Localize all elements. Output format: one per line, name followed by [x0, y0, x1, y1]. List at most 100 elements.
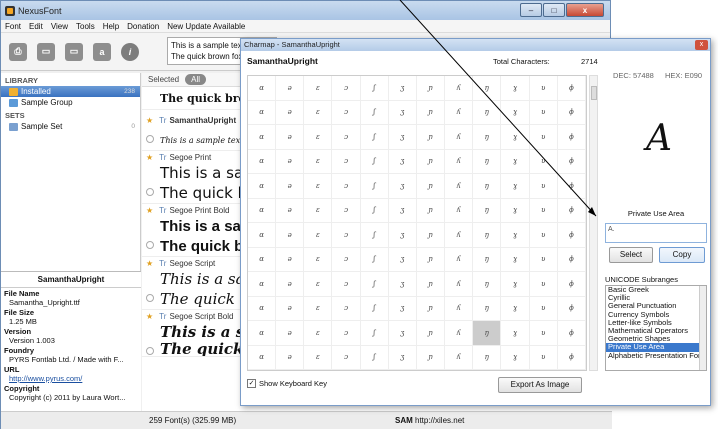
- glyph-cell[interactable]: ɸ: [557, 125, 586, 150]
- glyph-cell[interactable]: ʎ: [445, 125, 474, 150]
- glyph-cell[interactable]: ʒ: [388, 247, 417, 272]
- star-icon[interactable]: ★: [146, 153, 153, 162]
- menu-help[interactable]: Help: [103, 22, 119, 31]
- menu-new-update[interactable]: New Update Available: [167, 22, 245, 31]
- font-radio[interactable]: [146, 135, 154, 143]
- font-radio[interactable]: [146, 241, 154, 249]
- glyph-cell[interactable]: ŋ: [473, 174, 502, 199]
- glyph-cell[interactable]: ɔ: [332, 100, 361, 125]
- star-icon[interactable]: ★: [146, 206, 153, 215]
- glyph-cell[interactable]: ʎ: [445, 76, 474, 101]
- star-icon[interactable]: ★: [146, 312, 153, 321]
- glyph-cell[interactable]: ɸ: [557, 149, 586, 174]
- glyph-cell[interactable]: ɸ: [557, 223, 586, 248]
- glyph-cell[interactable]: ɔ: [332, 149, 361, 174]
- glyph-cell[interactable]: ʋ: [529, 223, 558, 248]
- glyph-cell[interactable]: ɔ: [332, 296, 361, 321]
- subranges-scrollbar[interactable]: [699, 286, 706, 370]
- export-image-button[interactable]: Export As Image: [498, 377, 582, 393]
- glyph-cell[interactable]: ə: [276, 149, 305, 174]
- glyph-cell[interactable]: ɣ: [501, 272, 530, 297]
- glyph-cell[interactable]: ʋ: [529, 247, 558, 272]
- glyph-cell[interactable]: ɲ: [416, 198, 446, 223]
- glyph-cell[interactable]: ʃ: [360, 76, 389, 101]
- glyph-cell[interactable]: ɛ: [304, 149, 333, 174]
- glyph-cell[interactable]: ɛ: [304, 345, 333, 370]
- glyph-cell[interactable]: ʒ: [388, 100, 417, 125]
- glyph-cell[interactable]: ʎ: [445, 321, 474, 346]
- glyph-cell[interactable]: ʎ: [445, 296, 474, 321]
- glyph-cell[interactable]: ɔ: [332, 321, 361, 346]
- glyph-cell[interactable]: ŋ: [473, 247, 502, 272]
- glyph-cell[interactable]: ʒ: [388, 76, 417, 101]
- glyph-cell[interactable]: ɲ: [416, 272, 446, 297]
- scroll-thumb[interactable]: [591, 86, 597, 100]
- glyph-cell[interactable]: ɔ: [332, 272, 361, 297]
- glyph-cell[interactable]: ʎ: [445, 345, 474, 370]
- glyph-cell[interactable]: ɣ: [501, 125, 530, 150]
- glyph-cell[interactable]: ʃ: [360, 296, 389, 321]
- selected-chars-field[interactable]: A.: [605, 223, 707, 243]
- glyph-cell[interactable]: ɲ: [416, 149, 446, 174]
- glyph-cell[interactable]: ɑ: [248, 345, 277, 370]
- font-radio[interactable]: [146, 188, 154, 196]
- print-icon[interactable]: ⎙: [9, 42, 27, 61]
- glyph-cell[interactable]: ŋ: [473, 198, 502, 223]
- glyph-cell[interactable]: ʒ: [388, 272, 417, 297]
- glyph-cell[interactable]: ʃ: [360, 272, 389, 297]
- glyph-cell[interactable]: ʋ: [529, 296, 558, 321]
- glyph-cell[interactable]: ɑ: [248, 100, 277, 125]
- glyph-cell[interactable]: ɛ: [304, 100, 333, 125]
- folder-open-icon[interactable]: ▭: [65, 42, 83, 61]
- glyph-cell[interactable]: ə: [276, 247, 305, 272]
- glyph-cell[interactable]: ə: [276, 321, 305, 346]
- glyph-cell[interactable]: ɣ: [501, 247, 530, 272]
- glyph-cell[interactable]: ʋ: [529, 100, 558, 125]
- glyph-cell[interactable]: ɑ: [248, 247, 277, 272]
- library-item-sample-group[interactable]: Sample Group: [1, 97, 140, 108]
- star-icon[interactable]: ★: [146, 116, 153, 125]
- glyph-cell[interactable]: ɲ: [416, 125, 446, 150]
- glyph-cell[interactable]: ɲ: [416, 223, 446, 248]
- glyph-cell[interactable]: ɔ: [332, 174, 361, 199]
- glyph-cell[interactable]: ʒ: [388, 345, 417, 370]
- glyph-cell[interactable]: ʃ: [360, 345, 389, 370]
- glyph-cell[interactable]: ʎ: [445, 100, 474, 125]
- menu-edit[interactable]: Edit: [29, 22, 43, 31]
- subrange-item[interactable]: Alphabetic Presentation Forms: [606, 351, 706, 360]
- subranges-list[interactable]: Basic Greek Cyrillic General Punctuation Cu…: [605, 285, 707, 371]
- glyph-cell[interactable]: ə: [276, 174, 305, 199]
- select-button[interactable]: Select: [609, 247, 653, 263]
- glyph-cell[interactable]: ʒ: [388, 223, 417, 248]
- tab-selected[interactable]: Selected: [148, 75, 179, 84]
- minimize-button[interactable]: –: [520, 3, 542, 17]
- show-keyboard-key-checkbox[interactable]: ✓ Show Keyboard Key: [247, 379, 327, 388]
- glyph-cell[interactable]: ɣ: [501, 76, 530, 101]
- glyph-cell[interactable]: ɸ: [557, 100, 586, 125]
- font-radio[interactable]: [146, 347, 154, 355]
- glyph-cell[interactable]: ɸ: [557, 247, 586, 272]
- glyph-cell[interactable]: ɑ: [248, 149, 277, 174]
- glyph-cell[interactable]: ɲ: [416, 174, 446, 199]
- glyph-cell[interactable]: ɑ: [248, 76, 277, 101]
- glyph-cell[interactable]: ŋ: [473, 272, 502, 297]
- glyph-cell[interactable]: ə: [276, 223, 305, 248]
- glyph-cell[interactable]: ʒ: [388, 149, 417, 174]
- glyph-cell[interactable]: ɔ: [332, 223, 361, 248]
- glyph-cell[interactable]: ʃ: [360, 149, 389, 174]
- glyph-cell[interactable]: ɔ: [332, 345, 361, 370]
- menu-view[interactable]: View: [51, 22, 68, 31]
- glyph-cell[interactable]: ɑ: [248, 198, 277, 223]
- glyph-cell[interactable]: ɲ: [416, 76, 446, 101]
- glyph-cell[interactable]: ʒ: [388, 321, 417, 346]
- glyph-cell[interactable]: ʃ: [360, 174, 389, 199]
- glyph-cell[interactable]: ɑ: [248, 296, 277, 321]
- glyph-cell[interactable]: ə: [276, 125, 305, 150]
- glyph-cell[interactable]: ɛ: [304, 198, 333, 223]
- glyph-cell[interactable]: ɛ: [304, 125, 333, 150]
- menu-tools[interactable]: Tools: [76, 22, 95, 31]
- glyph-cell[interactable]: ɸ: [557, 198, 586, 223]
- glyph-cell[interactable]: ʋ: [529, 345, 558, 370]
- glyph-cell[interactable]: ɸ: [557, 76, 586, 101]
- glyph-cell[interactable]: ɛ: [304, 174, 333, 199]
